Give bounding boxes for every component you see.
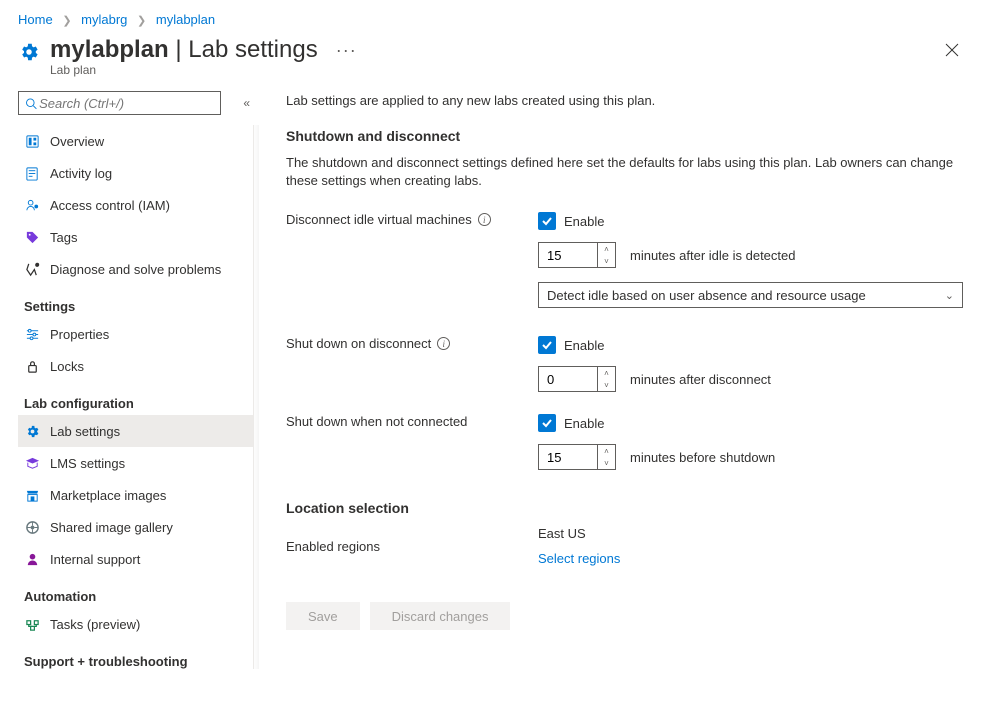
select-regions-link[interactable]: Select regions <box>538 551 620 566</box>
enable-label: Enable <box>564 214 604 229</box>
locks-icon <box>24 358 40 374</box>
sidebar-section-header: Settings <box>24 299 253 314</box>
sidebar-item-access-control-iam-[interactable]: Access control (IAM) <box>18 189 253 221</box>
more-actions[interactable]: ··· <box>336 40 357 61</box>
sidebar: « Overview Activity log Access control (IA… <box>18 91 254 673</box>
sidebar-section-header: Support + troubleshooting <box>24 654 253 669</box>
disconnect-idle-label: Disconnect idle virtual machines i <box>286 212 538 227</box>
shutdown-not-connected-label: Shut down when not connected <box>286 414 538 429</box>
sharedimg-icon <box>24 519 40 535</box>
sidebar-section-header: Automation <box>24 589 253 604</box>
sidebar-item-label: Marketplace images <box>50 488 166 503</box>
sidebar-section-header: Lab configuration <box>24 396 253 411</box>
section-location-title: Location selection <box>286 500 954 516</box>
gear-icon <box>24 423 40 439</box>
section-shutdown-title: Shutdown and disconnect <box>286 128 954 144</box>
properties-icon <box>24 326 40 342</box>
sidebar-item-label: Tasks (preview) <box>50 617 140 632</box>
disconnect-idle-minutes-stepper[interactable]: ˄˅ <box>538 242 616 268</box>
sidebar-menu: Overview Activity log Access control (IAM)… <box>18 125 254 669</box>
sidebar-item-label: Lab settings <box>50 424 120 439</box>
sidebar-item-tasks-preview-[interactable]: Tasks (preview) <box>18 608 253 640</box>
sidebar-item-internal-support[interactable]: Internal support <box>18 543 253 575</box>
search-input[interactable] <box>37 95 214 112</box>
breadcrumb-rg[interactable]: mylabrg <box>81 12 127 27</box>
breadcrumb: Home ❯ mylabrg ❯ mylabplan <box>18 0 967 27</box>
enabled-regions-value: East US <box>538 526 620 541</box>
shutdown-on-disconnect-suffix: minutes after disconnect <box>630 372 771 387</box>
disconnect-idle-suffix: minutes after idle is detected <box>630 248 795 263</box>
info-icon[interactable]: i <box>478 213 491 226</box>
stepper-up[interactable]: ˄ <box>598 243 615 255</box>
shutdown-not-connected-suffix: minutes before shutdown <box>630 450 775 465</box>
diagnose-icon <box>24 261 40 277</box>
collapse-sidebar[interactable]: « <box>239 92 254 114</box>
stepper-down[interactable]: ˅ <box>598 255 615 267</box>
disconnect-idle-minutes-input[interactable] <box>539 243 597 267</box>
idle-detection-dropdown[interactable]: Detect idle based on user absence and re… <box>538 282 963 308</box>
overview-icon <box>24 133 40 149</box>
section-shutdown-desc: The shutdown and disconnect settings def… <box>286 154 954 190</box>
shutdown-not-connected-enable-checkbox[interactable] <box>538 414 556 432</box>
sidebar-item-label: Locks <box>50 359 84 374</box>
sidebar-item-locks[interactable]: Locks <box>18 350 253 382</box>
search-icon <box>25 97 37 110</box>
sidebar-item-diagnose-and-solve-problems[interactable]: Diagnose and solve problems <box>18 253 253 285</box>
disconnect-idle-enable-checkbox[interactable] <box>538 212 556 230</box>
chevron-right-icon: ❯ <box>137 14 146 27</box>
save-button[interactable]: Save <box>286 602 360 630</box>
support-icon <box>24 551 40 567</box>
breadcrumb-home[interactable]: Home <box>18 12 53 27</box>
info-icon[interactable]: i <box>437 337 450 350</box>
sidebar-item-label: Activity log <box>50 166 112 181</box>
chevron-right-icon: ❯ <box>62 14 71 27</box>
sidebar-item-properties[interactable]: Properties <box>18 318 253 350</box>
page-title: mylabplan | Lab settings <box>50 36 318 64</box>
shutdown-on-disconnect-enable-checkbox[interactable] <box>538 336 556 354</box>
sidebar-item-lab-settings[interactable]: Lab settings <box>18 415 253 447</box>
shutdown-not-connected-minutes-input[interactable] <box>539 445 597 469</box>
sidebar-item-label: Diagnose and solve problems <box>50 262 221 277</box>
iam-icon <box>24 197 40 213</box>
sidebar-item-label: Access control (IAM) <box>50 198 170 213</box>
sidebar-item-label: LMS settings <box>50 456 125 471</box>
stepper-down[interactable]: ˅ <box>598 457 615 469</box>
stepper-up[interactable]: ˄ <box>598 445 615 457</box>
discard-button[interactable]: Discard changes <box>370 602 511 630</box>
sidebar-item-lms-settings[interactable]: LMS settings <box>18 447 253 479</box>
sidebar-item-label: Internal support <box>50 552 140 567</box>
sidebar-item-label: Overview <box>50 134 104 149</box>
tasks-icon <box>24 616 40 632</box>
sidebar-item-label: Shared image gallery <box>50 520 173 535</box>
sidebar-item-overview[interactable]: Overview <box>18 125 253 157</box>
sidebar-item-shared-image-gallery[interactable]: Shared image gallery <box>18 511 253 543</box>
enable-label: Enable <box>564 338 604 353</box>
close-button[interactable] <box>937 35 967 65</box>
sidebar-item-activity-log[interactable]: Activity log <box>18 157 253 189</box>
enabled-regions-label: Enabled regions <box>286 526 538 566</box>
page-subtitle: Lab plan <box>50 63 967 77</box>
stepper-down[interactable]: ˅ <box>598 379 615 391</box>
lms-icon <box>24 455 40 471</box>
sidebar-item-marketplace-images[interactable]: Marketplace images <box>18 479 253 511</box>
top-description: Lab settings are applied to any new labs… <box>286 93 954 108</box>
enable-label: Enable <box>564 416 604 431</box>
sidebar-item-label: Properties <box>50 327 109 342</box>
search-input-wrapper[interactable] <box>18 91 221 115</box>
marketplace-icon <box>24 487 40 503</box>
chevron-down-icon: ⌄ <box>945 289 954 302</box>
idle-detection-value: Detect idle based on user absence and re… <box>547 288 866 303</box>
shutdown-on-disconnect-minutes-stepper[interactable]: ˄˅ <box>538 366 616 392</box>
stepper-up[interactable]: ˄ <box>598 367 615 379</box>
shutdown-not-connected-minutes-stepper[interactable]: ˄˅ <box>538 444 616 470</box>
breadcrumb-plan[interactable]: mylabplan <box>156 12 215 27</box>
sidebar-item-tags[interactable]: Tags <box>18 221 253 253</box>
shutdown-on-disconnect-label: Shut down on disconnect i <box>286 336 538 351</box>
tags-icon <box>24 229 40 245</box>
activitylog-icon <box>24 165 40 181</box>
gear-icon <box>18 41 40 63</box>
sidebar-item-label: Tags <box>50 230 77 245</box>
shutdown-on-disconnect-minutes-input[interactable] <box>539 367 597 391</box>
